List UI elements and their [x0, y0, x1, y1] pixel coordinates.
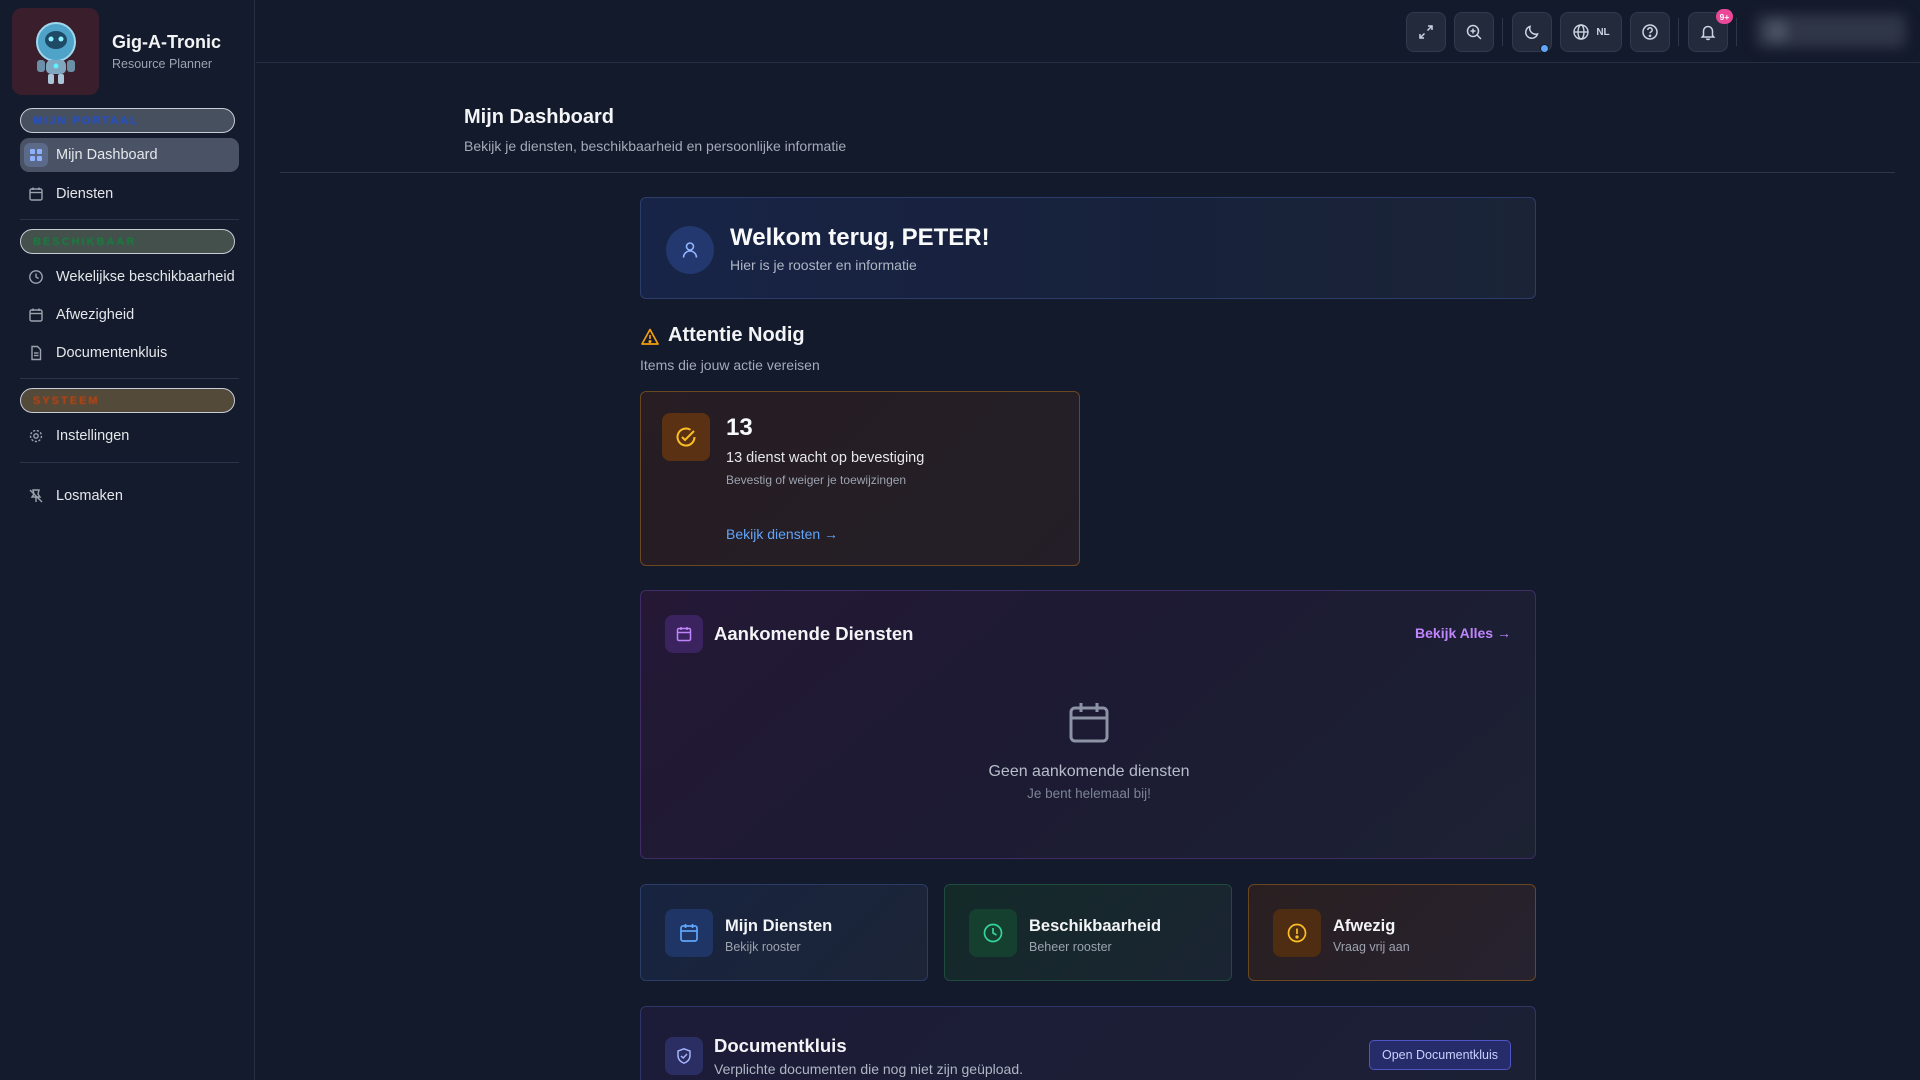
sidebar-item-label: Diensten [56, 186, 114, 202]
upcoming-title: Aankomende Diensten [714, 623, 914, 644]
pending-hint: Bevestig of weiger je toewijzingen [726, 473, 907, 487]
help-icon [1642, 24, 1658, 40]
fullscreen-icon [1419, 25, 1433, 39]
sidebar-item-absence[interactable]: Afwezigheid [20, 298, 239, 332]
quick-action-subtitle: Beheer rooster [1029, 940, 1112, 954]
language-label: NL [1596, 26, 1610, 38]
notifications-button[interactable]: 9+ [1688, 9, 1733, 52]
vault-subtitle: Verplichte documenten die nog niet zijn … [714, 1061, 1023, 1077]
help-button[interactable] [1630, 12, 1670, 52]
sidebar-divider [20, 462, 239, 463]
view-shifts-link[interactable]: Bekijk diensten → [726, 526, 838, 542]
pending-count: 13 [726, 414, 753, 441]
document-vault-card: Documentkluis Verplichte documenten die … [640, 1006, 1536, 1080]
sidebar: Gig-A-Tronic Resource Planner MIJN PORTA… [0, 0, 255, 1080]
fullscreen-button[interactable] [1406, 12, 1446, 52]
shield-check-icon [665, 1037, 703, 1075]
quick-action-subtitle: Bekijk rooster [725, 940, 801, 954]
pending-confirmation-card: 13 13 dienst wacht op bevestiging Bevest… [640, 391, 1080, 566]
gear-icon [24, 424, 48, 448]
avatar [1766, 20, 1788, 42]
sidebar-item-dashboard[interactable]: Mijn Dashboard [20, 138, 239, 172]
user-menu[interactable] [1756, 14, 1906, 48]
quick-action-subtitle: Vraag vrij aan [1333, 940, 1410, 954]
sidebar-divider [20, 378, 239, 379]
sidebar-item-label: Afwezigheid [56, 307, 135, 323]
attention-title: Attentie Nodig [668, 324, 805, 346]
quick-action-title: Mijn Diensten [725, 917, 833, 935]
topbar-divider [1736, 18, 1737, 46]
welcome-subtitle: Hier is je rooster en informatie [730, 257, 917, 273]
quick-action-absent[interactable]: Afwezig Vraag vrij aan [1248, 884, 1536, 981]
calendar-icon [24, 182, 48, 206]
section-label-text: SYSTEEM [33, 395, 100, 407]
quick-action-title: Afwezig [1333, 917, 1396, 935]
topbar-divider [1502, 18, 1503, 46]
welcome-title: Welkom terug, PETER! [730, 224, 990, 251]
section-label-text: MIJN PORTAAL [33, 115, 139, 127]
section-label-availability[interactable]: BESCHIKBAAR [20, 229, 235, 254]
view-all-link[interactable]: Bekijk Alles → [1415, 625, 1511, 641]
unpin-icon [24, 484, 48, 508]
user-icon [666, 226, 714, 274]
section-label-system[interactable]: SYSTEEM [20, 388, 235, 413]
calendar-icon [665, 615, 703, 653]
zoom-button[interactable] [1454, 12, 1494, 52]
sidebar-item-label: Mijn Dashboard [56, 147, 158, 163]
calendar-icon [665, 909, 713, 957]
calendar-icon [24, 303, 48, 327]
status-dot [1540, 44, 1549, 53]
sidebar-item-settings[interactable]: Instellingen [20, 419, 239, 453]
quick-action-title: Beschikbaarheid [1029, 917, 1162, 935]
brand-title: Gig-A-Tronic [112, 32, 221, 52]
header-divider [280, 172, 1895, 173]
language-button[interactable]: NL [1560, 12, 1622, 52]
moon-icon [1525, 25, 1539, 39]
section-label-portal[interactable]: MIJN PORTAAL [20, 108, 235, 133]
empty-calendar-icon [1065, 699, 1113, 747]
sidebar-item-label: Wekelijkse beschikbaarheid [56, 269, 235, 285]
theme-toggle-button[interactable] [1512, 12, 1552, 53]
sidebar-item-diensten[interactable]: Diensten [20, 177, 239, 211]
welcome-card: Welkom terug, PETER! Hier is je rooster … [640, 197, 1536, 299]
check-circle-icon [662, 413, 710, 461]
warning-icon [640, 327, 660, 347]
sidebar-item-label: Losmaken [56, 488, 123, 504]
pending-text: 13 dienst wacht op bevestiging [726, 450, 925, 466]
page-title: Mijn Dashboard [464, 106, 615, 128]
clock-icon [969, 909, 1017, 957]
notification-badge: 9+ [1716, 9, 1733, 24]
robot-logo-icon [12, 8, 99, 95]
empty-state-title: Geen aankomende diensten [988, 763, 1190, 780]
dashboard-icon [24, 143, 48, 167]
page-subtitle: Bekijk je diensten, beschikbaarheid en p… [464, 138, 847, 154]
sidebar-item-label: Instellingen [56, 428, 130, 444]
sidebar-item-weekly-availability[interactable]: Wekelijkse beschikbaarheid [20, 260, 239, 294]
vault-title: Documentkluis [714, 1035, 847, 1056]
alert-circle-icon [1273, 909, 1321, 957]
section-label-text: BESCHIKBAAR [33, 236, 137, 248]
brand-subtitle: Resource Planner [112, 57, 213, 71]
sidebar-item-documents[interactable]: Documentenkluis [20, 336, 239, 370]
sidebar-item-label: Documentenkluis [56, 345, 168, 361]
zoom-in-icon [1466, 24, 1482, 40]
empty-state-subtitle: Je bent helemaal bij! [1027, 786, 1151, 801]
upcoming-shifts-card: Aankomende Diensten Bekijk Alles → Geen … [640, 590, 1536, 859]
topbar: NL 9+ [256, 0, 1920, 63]
quick-action-availability[interactable]: Beschikbaarheid Beheer rooster [944, 884, 1232, 981]
brand[interactable]: Gig-A-Tronic Resource Planner [12, 8, 221, 95]
sidebar-unpin-button[interactable]: Losmaken [20, 479, 239, 513]
document-icon [24, 341, 48, 365]
clock-icon [24, 265, 48, 289]
open-vault-button[interactable]: Open Documentkluis [1368, 1040, 1511, 1070]
globe-icon [1573, 24, 1590, 40]
sidebar-divider [20, 219, 239, 220]
quick-action-my-shifts[interactable]: Mijn Diensten Bekijk rooster [640, 884, 928, 981]
bell-icon [1700, 25, 1716, 41]
topbar-divider [1678, 18, 1679, 46]
attention-subtitle: Items die jouw actie vereisen [640, 357, 820, 373]
